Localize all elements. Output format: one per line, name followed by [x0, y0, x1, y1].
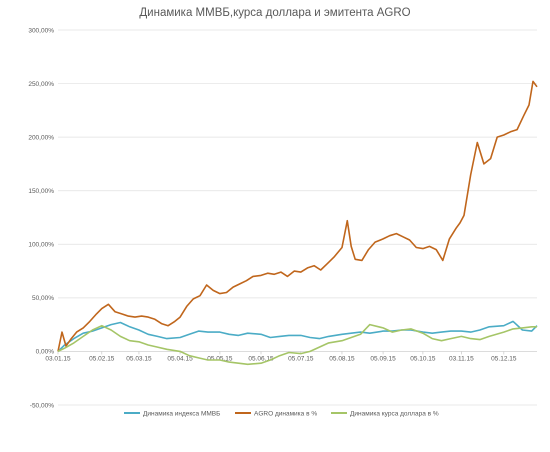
y-tick-label: 50,00% — [32, 295, 54, 302]
x-tick-label: 03.01.15 — [45, 355, 71, 362]
x-tick-label: 05.12.15 — [491, 355, 517, 362]
y-tick-label: -50,00% — [30, 402, 54, 409]
y-tick-label: 150,00% — [28, 188, 54, 195]
x-tick-label: 05.10.15 — [410, 355, 436, 362]
gridlines — [58, 29, 537, 406]
x-tick-label: 05.07.15 — [288, 355, 314, 362]
series-line-2 — [57, 80, 538, 352]
legend-item-2: AGRO динамика в % — [235, 410, 317, 417]
legend-item-3: Динамика курса доллара в % — [331, 410, 439, 417]
x-tick-label: 05.02.15 — [89, 355, 115, 362]
series-lines — [57, 80, 538, 366]
line-chart: Динамика ММВБ,курса доллара и эмитента A… — [28, 7, 538, 417]
y-tick-label: 300,00% — [28, 27, 54, 34]
x-tick-label: 05.06.15 — [248, 355, 274, 362]
y-tick-label: 200,00% — [28, 134, 54, 141]
chart-container: Динамика ММВБ,курса доллара и эмитента A… — [0, 0, 550, 452]
y-axis-ticks: -50,00%0,00%50,00%100,00%150,00%200,00%2… — [28, 27, 54, 409]
legend-label: AGRO динамика в % — [254, 410, 317, 417]
y-tick-label: 250,00% — [28, 81, 54, 88]
series-line-1 — [57, 320, 538, 352]
x-tick-label: 05.08.15 — [329, 355, 355, 362]
legend: Динамика индекса ММВБ AGRO динамика в % Ди… — [124, 410, 439, 417]
legend-item-1: Динамика индекса ММВБ — [124, 410, 220, 417]
x-tick-label: 05.09.15 — [370, 355, 396, 362]
x-axis-ticks: 03.01.15 05.02.15 05.03.15 05.04.15 05.05.15… — [45, 351, 517, 362]
y-tick-label: 100,00% — [28, 242, 54, 249]
chart-title: Динамика ММВБ,курса доллара и эмитента A… — [139, 7, 410, 19]
legend-label: Динамика индекса ММВБ — [143, 410, 220, 417]
x-tick-label: 03.11.15 — [449, 355, 474, 362]
legend-label: Динамика курса доллара в % — [350, 410, 439, 417]
x-tick-label: 05.03.15 — [126, 355, 152, 362]
